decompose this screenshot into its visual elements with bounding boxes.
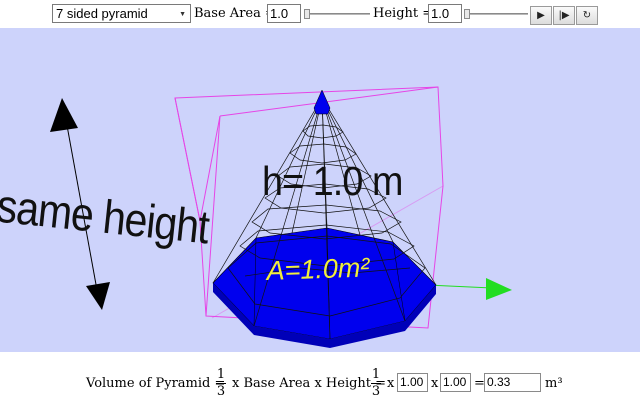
height-label: Height = bbox=[373, 6, 434, 21]
base-area-slider-track bbox=[304, 13, 370, 15]
play-icon: ▶ bbox=[537, 10, 545, 21]
height-slider-track bbox=[464, 13, 528, 15]
toolbar: 7 sided pyramid ▼ Base Area = 1.0 Height… bbox=[0, 0, 640, 28]
dropdown-arrow-icon: ▼ bbox=[179, 11, 186, 18]
formula-height-value: 1.00 bbox=[440, 373, 471, 392]
formula-unit: m³ bbox=[545, 376, 563, 391]
volume-formula: Volume of Pyramid = 1 3 x Base Area x He… bbox=[0, 352, 640, 412]
step-button[interactable]: |▶ bbox=[553, 6, 575, 25]
shape-select-value: 7 sided pyramid bbox=[56, 6, 148, 21]
base-area-slider-thumb[interactable] bbox=[304, 9, 310, 19]
reset-button[interactable]: ↻ bbox=[576, 6, 598, 25]
height-input[interactable]: 1.0 bbox=[428, 4, 462, 23]
formula-volume-value: 0.33 bbox=[484, 373, 541, 392]
height-slider[interactable] bbox=[464, 9, 528, 19]
area-value-label: A=1.0m² bbox=[266, 252, 370, 286]
formula-times-2: x bbox=[431, 376, 439, 391]
pyramid-apex-cap bbox=[313, 89, 331, 115]
height-slider-thumb[interactable] bbox=[464, 9, 470, 19]
step-forward-icon: |▶ bbox=[558, 10, 570, 21]
pyramid-base bbox=[212, 227, 437, 348]
fraction-denominator: 3 bbox=[216, 384, 226, 399]
fraction2-denominator: 3 bbox=[371, 384, 381, 399]
shape-select[interactable]: 7 sided pyramid ▼ bbox=[52, 4, 191, 23]
fraction2-numerator: 1 bbox=[371, 367, 381, 382]
3d-scene-canvas[interactable]: same height h= 1.0 m A=1.0m² bbox=[0, 28, 640, 352]
height-value-label: h= 1.0 m bbox=[262, 158, 403, 204]
formula-middle: x Base Area x Height = bbox=[232, 376, 387, 391]
base-area-label: Base Area = bbox=[194, 6, 276, 21]
play-button[interactable]: ▶ bbox=[530, 6, 552, 25]
base-area-input[interactable]: 1.0 bbox=[267, 4, 301, 23]
fraction-numerator: 1 bbox=[216, 367, 226, 382]
reset-icon: ↻ bbox=[582, 10, 592, 21]
base-area-slider[interactable] bbox=[304, 9, 370, 19]
formula-prefix: Volume of Pyramid = bbox=[86, 376, 226, 391]
formula-times-1: x bbox=[387, 376, 395, 391]
fraction-one-third: 1 3 bbox=[216, 368, 226, 399]
formula-area-value: 1.00 bbox=[397, 373, 428, 392]
fraction-one-third-2: 1 3 bbox=[371, 368, 381, 399]
